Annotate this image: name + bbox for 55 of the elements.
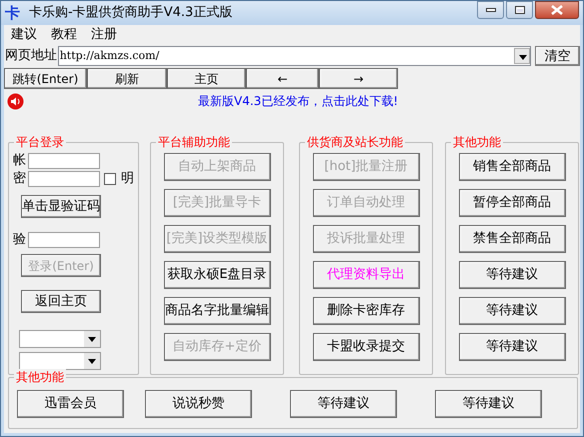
maximize-button[interactable] bbox=[506, 1, 533, 19]
function-button[interactable]: 商品名字批量编辑 bbox=[164, 297, 270, 325]
input-field[interactable] bbox=[28, 153, 100, 169]
field-label: 帐 bbox=[13, 152, 27, 170]
function-button[interactable]: 等待建议 bbox=[435, 390, 542, 418]
function-button[interactable]: 迅雷会员 bbox=[17, 390, 124, 418]
speaker-icon[interactable] bbox=[7, 92, 24, 110]
app-icon: 卡 bbox=[5, 6, 21, 20]
menu-item[interactable]: 注册 bbox=[91, 24, 117, 44]
maximize-icon bbox=[514, 6, 524, 14]
close-button[interactable] bbox=[535, 1, 579, 19]
group-title: 其他功能 bbox=[451, 134, 503, 150]
window-title: 卡乐购-卡盟供货商助手V4.3正式版 bbox=[29, 4, 232, 22]
input-field[interactable] bbox=[28, 171, 100, 187]
function-button[interactable]: 等待建议 bbox=[458, 333, 566, 361]
function-button[interactable]: 删除卡密库存 bbox=[312, 297, 420, 325]
nav-button[interactable]: ← bbox=[246, 68, 319, 89]
minimize-icon bbox=[486, 8, 496, 12]
input-field[interactable] bbox=[28, 232, 100, 248]
group-title: 平台辅助功能 bbox=[156, 134, 232, 150]
function-button[interactable]: 禁售全部商品 bbox=[458, 225, 566, 253]
field-label: 密 bbox=[13, 170, 27, 188]
minimize-button[interactable] bbox=[477, 1, 504, 19]
group-title: 其他功能 bbox=[14, 369, 66, 385]
dropdown-icon bbox=[84, 331, 100, 347]
function-button[interactable]: 暂停全部商品 bbox=[458, 189, 566, 217]
dropdown-icon bbox=[514, 48, 530, 64]
address-field[interactable]: http://akmzs.com/ bbox=[58, 46, 532, 66]
home-button[interactable]: 返回主页 bbox=[21, 290, 101, 313]
field-label: 验 bbox=[13, 231, 27, 250]
dropdown-field[interactable] bbox=[19, 352, 101, 370]
captcha-button[interactable]: 单击显验证码 bbox=[21, 195, 101, 218]
address-label: 网页地址 bbox=[4, 47, 58, 66]
clear-button[interactable]: 清空 bbox=[535, 46, 580, 66]
function-button[interactable]: 卡盟收录提交 bbox=[312, 333, 420, 361]
nav-button[interactable]: 刷新 bbox=[87, 68, 167, 89]
update-notice-link[interactable]: 最新版V4.3已经发布，点击此处下载! bbox=[198, 92, 398, 110]
nav-button[interactable]: 跳转(Enter) bbox=[4, 68, 87, 89]
function-button[interactable]: 等待建议 bbox=[458, 261, 566, 289]
function-button[interactable]: 销售全部商品 bbox=[458, 153, 566, 181]
close-icon bbox=[551, 5, 563, 15]
group-title: 供货商及站长功能 bbox=[305, 134, 405, 150]
group-title: 平台登录 bbox=[14, 134, 66, 150]
dropdown-field[interactable] bbox=[19, 330, 101, 348]
nav-button[interactable]: 主页 bbox=[167, 68, 246, 89]
function-button[interactable]: 等待建议 bbox=[458, 297, 566, 325]
dropdown-icon bbox=[84, 353, 100, 369]
checkbox-label: 明 bbox=[121, 170, 134, 188]
menu-item[interactable]: 建议 bbox=[11, 24, 37, 44]
nav-button[interactable]: → bbox=[319, 68, 398, 89]
function-button[interactable]: 等待建议 bbox=[290, 390, 397, 418]
function-button[interactable]: 获取永硕E盘目录 bbox=[164, 261, 270, 289]
checkbox[interactable] bbox=[104, 173, 116, 185]
menu-item[interactable]: 教程 bbox=[51, 24, 77, 44]
function-button[interactable]: 说说秒赞 bbox=[145, 390, 252, 418]
